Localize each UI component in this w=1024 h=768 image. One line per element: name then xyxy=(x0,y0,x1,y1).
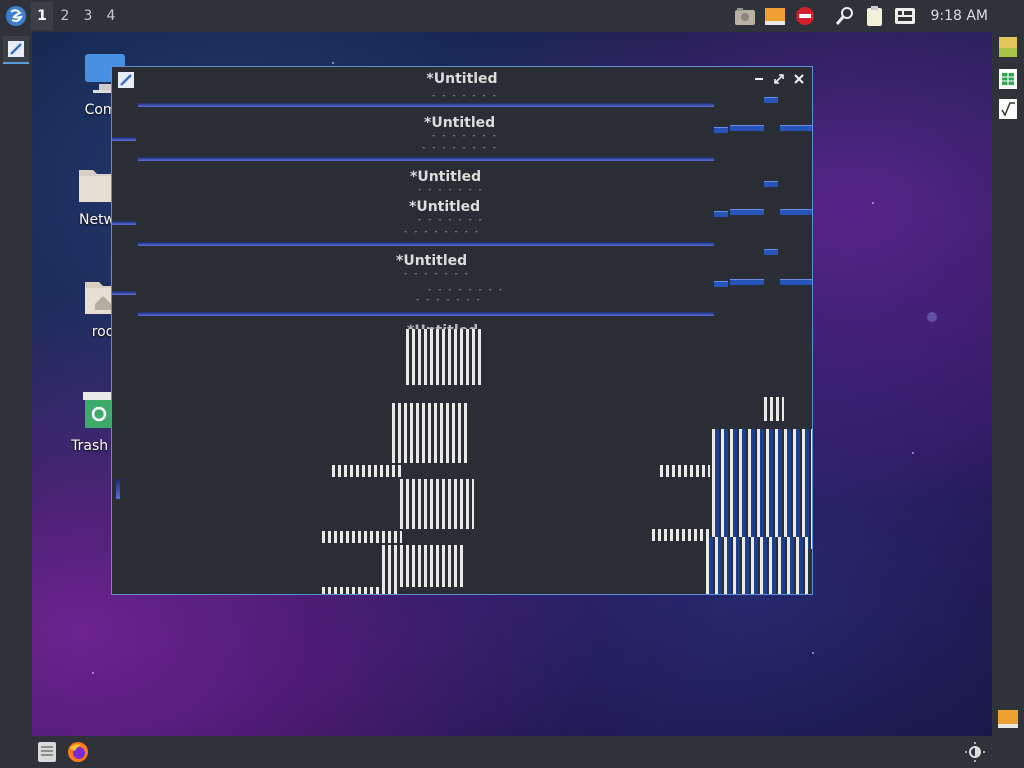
render-artifact xyxy=(392,403,468,463)
render-artifact: - - - - - - - xyxy=(416,295,482,305)
render-artifact: - - - - - - - - xyxy=(404,227,481,237)
render-artifact xyxy=(714,127,728,133)
stop-icon[interactable] xyxy=(794,5,816,27)
render-artifact xyxy=(382,545,466,587)
render-artifact xyxy=(780,125,812,131)
top-panel: 1 2 3 4 9:18 AM xyxy=(0,0,1024,32)
render-artifact xyxy=(138,103,714,107)
render-artifact: - - - - - - - xyxy=(418,185,484,195)
render-artifact xyxy=(730,279,764,285)
formula-icon[interactable] xyxy=(998,98,1018,120)
ghost-title: *Untitled xyxy=(424,115,496,131)
workspace-4[interactable]: 4 xyxy=(100,2,122,30)
minimize-button[interactable] xyxy=(750,70,768,88)
render-artifact xyxy=(660,465,710,477)
render-artifact xyxy=(764,181,778,187)
render-artifact xyxy=(780,279,812,285)
render-artifact xyxy=(112,137,136,141)
render-artifact xyxy=(780,209,812,215)
render-artifact xyxy=(322,587,398,594)
clock[interactable]: 9:18 AM xyxy=(930,8,988,24)
render-artifact: - - - - - - - - xyxy=(422,143,499,153)
render-artifact xyxy=(406,329,482,385)
render-artifact: - - - - - - - xyxy=(418,215,484,225)
ghost-title: *Untitled xyxy=(410,169,482,185)
window-titlebar[interactable]: *Untitled xyxy=(112,67,812,91)
render-artifact xyxy=(322,531,402,543)
render-artifact: - - - - - - - xyxy=(432,91,498,101)
drive-icon[interactable] xyxy=(764,5,786,27)
ghost-title: *Untitled xyxy=(409,199,481,215)
render-artifact xyxy=(764,249,778,255)
render-artifact xyxy=(400,479,474,529)
bottom-panel xyxy=(0,736,1024,768)
close-button[interactable] xyxy=(790,70,808,88)
spreadsheet-icon[interactable] xyxy=(998,68,1018,90)
maximize-icon xyxy=(774,74,784,84)
text-editor-window[interactable]: *Untitled - - - - - - - *Untitled - - - … xyxy=(111,66,813,595)
render-artifact xyxy=(764,97,778,103)
file-manager-icon[interactable] xyxy=(36,741,58,763)
screenshot-icon[interactable] xyxy=(734,5,756,27)
render-artifact xyxy=(712,429,812,549)
ghost-title: *Untitled xyxy=(396,253,468,269)
workspace-1[interactable]: 1 xyxy=(31,2,53,30)
drive-icon[interactable] xyxy=(998,708,1018,730)
right-panel xyxy=(992,32,1024,736)
system-tray: 9:18 AM xyxy=(730,0,1024,32)
window-title: *Untitled xyxy=(426,71,498,87)
keyboard-layout-icon[interactable] xyxy=(894,5,916,27)
application-menu-button[interactable] xyxy=(2,2,30,30)
close-icon xyxy=(794,74,804,84)
qt-app-icon[interactable] xyxy=(998,36,1018,58)
render-artifact xyxy=(730,125,764,131)
render-artifact: - - - - - - - xyxy=(404,269,470,279)
render-artifact xyxy=(714,211,728,217)
render-artifact xyxy=(112,291,136,295)
render-artifact xyxy=(138,312,714,316)
render-artifact xyxy=(764,397,784,421)
firefox-icon[interactable] xyxy=(67,741,89,763)
search-tool-icon[interactable] xyxy=(834,5,856,27)
render-artifact xyxy=(706,537,808,594)
left-panel xyxy=(0,32,32,736)
clipboard-icon[interactable] xyxy=(864,5,886,27)
render-artifact: - - - - - - - - xyxy=(428,285,505,295)
render-artifact xyxy=(332,465,404,477)
render-artifact xyxy=(112,221,136,225)
text-editor-icon xyxy=(8,41,24,57)
render-artifact: - - - - - - - xyxy=(432,131,498,141)
app-menu-icon xyxy=(6,6,26,26)
render-artifact xyxy=(730,209,764,215)
minimize-icon xyxy=(755,78,763,80)
workspace-3[interactable]: 3 xyxy=(77,2,99,30)
maximize-button[interactable] xyxy=(770,70,788,88)
render-artifact xyxy=(138,242,714,246)
render-artifact xyxy=(714,281,728,287)
brightness-icon[interactable] xyxy=(964,741,986,763)
taskbar-window-button[interactable] xyxy=(3,36,29,64)
render-artifact xyxy=(652,529,712,541)
render-artifact xyxy=(138,157,714,161)
render-artifact xyxy=(116,479,120,499)
workspace-2[interactable]: 2 xyxy=(54,2,76,30)
